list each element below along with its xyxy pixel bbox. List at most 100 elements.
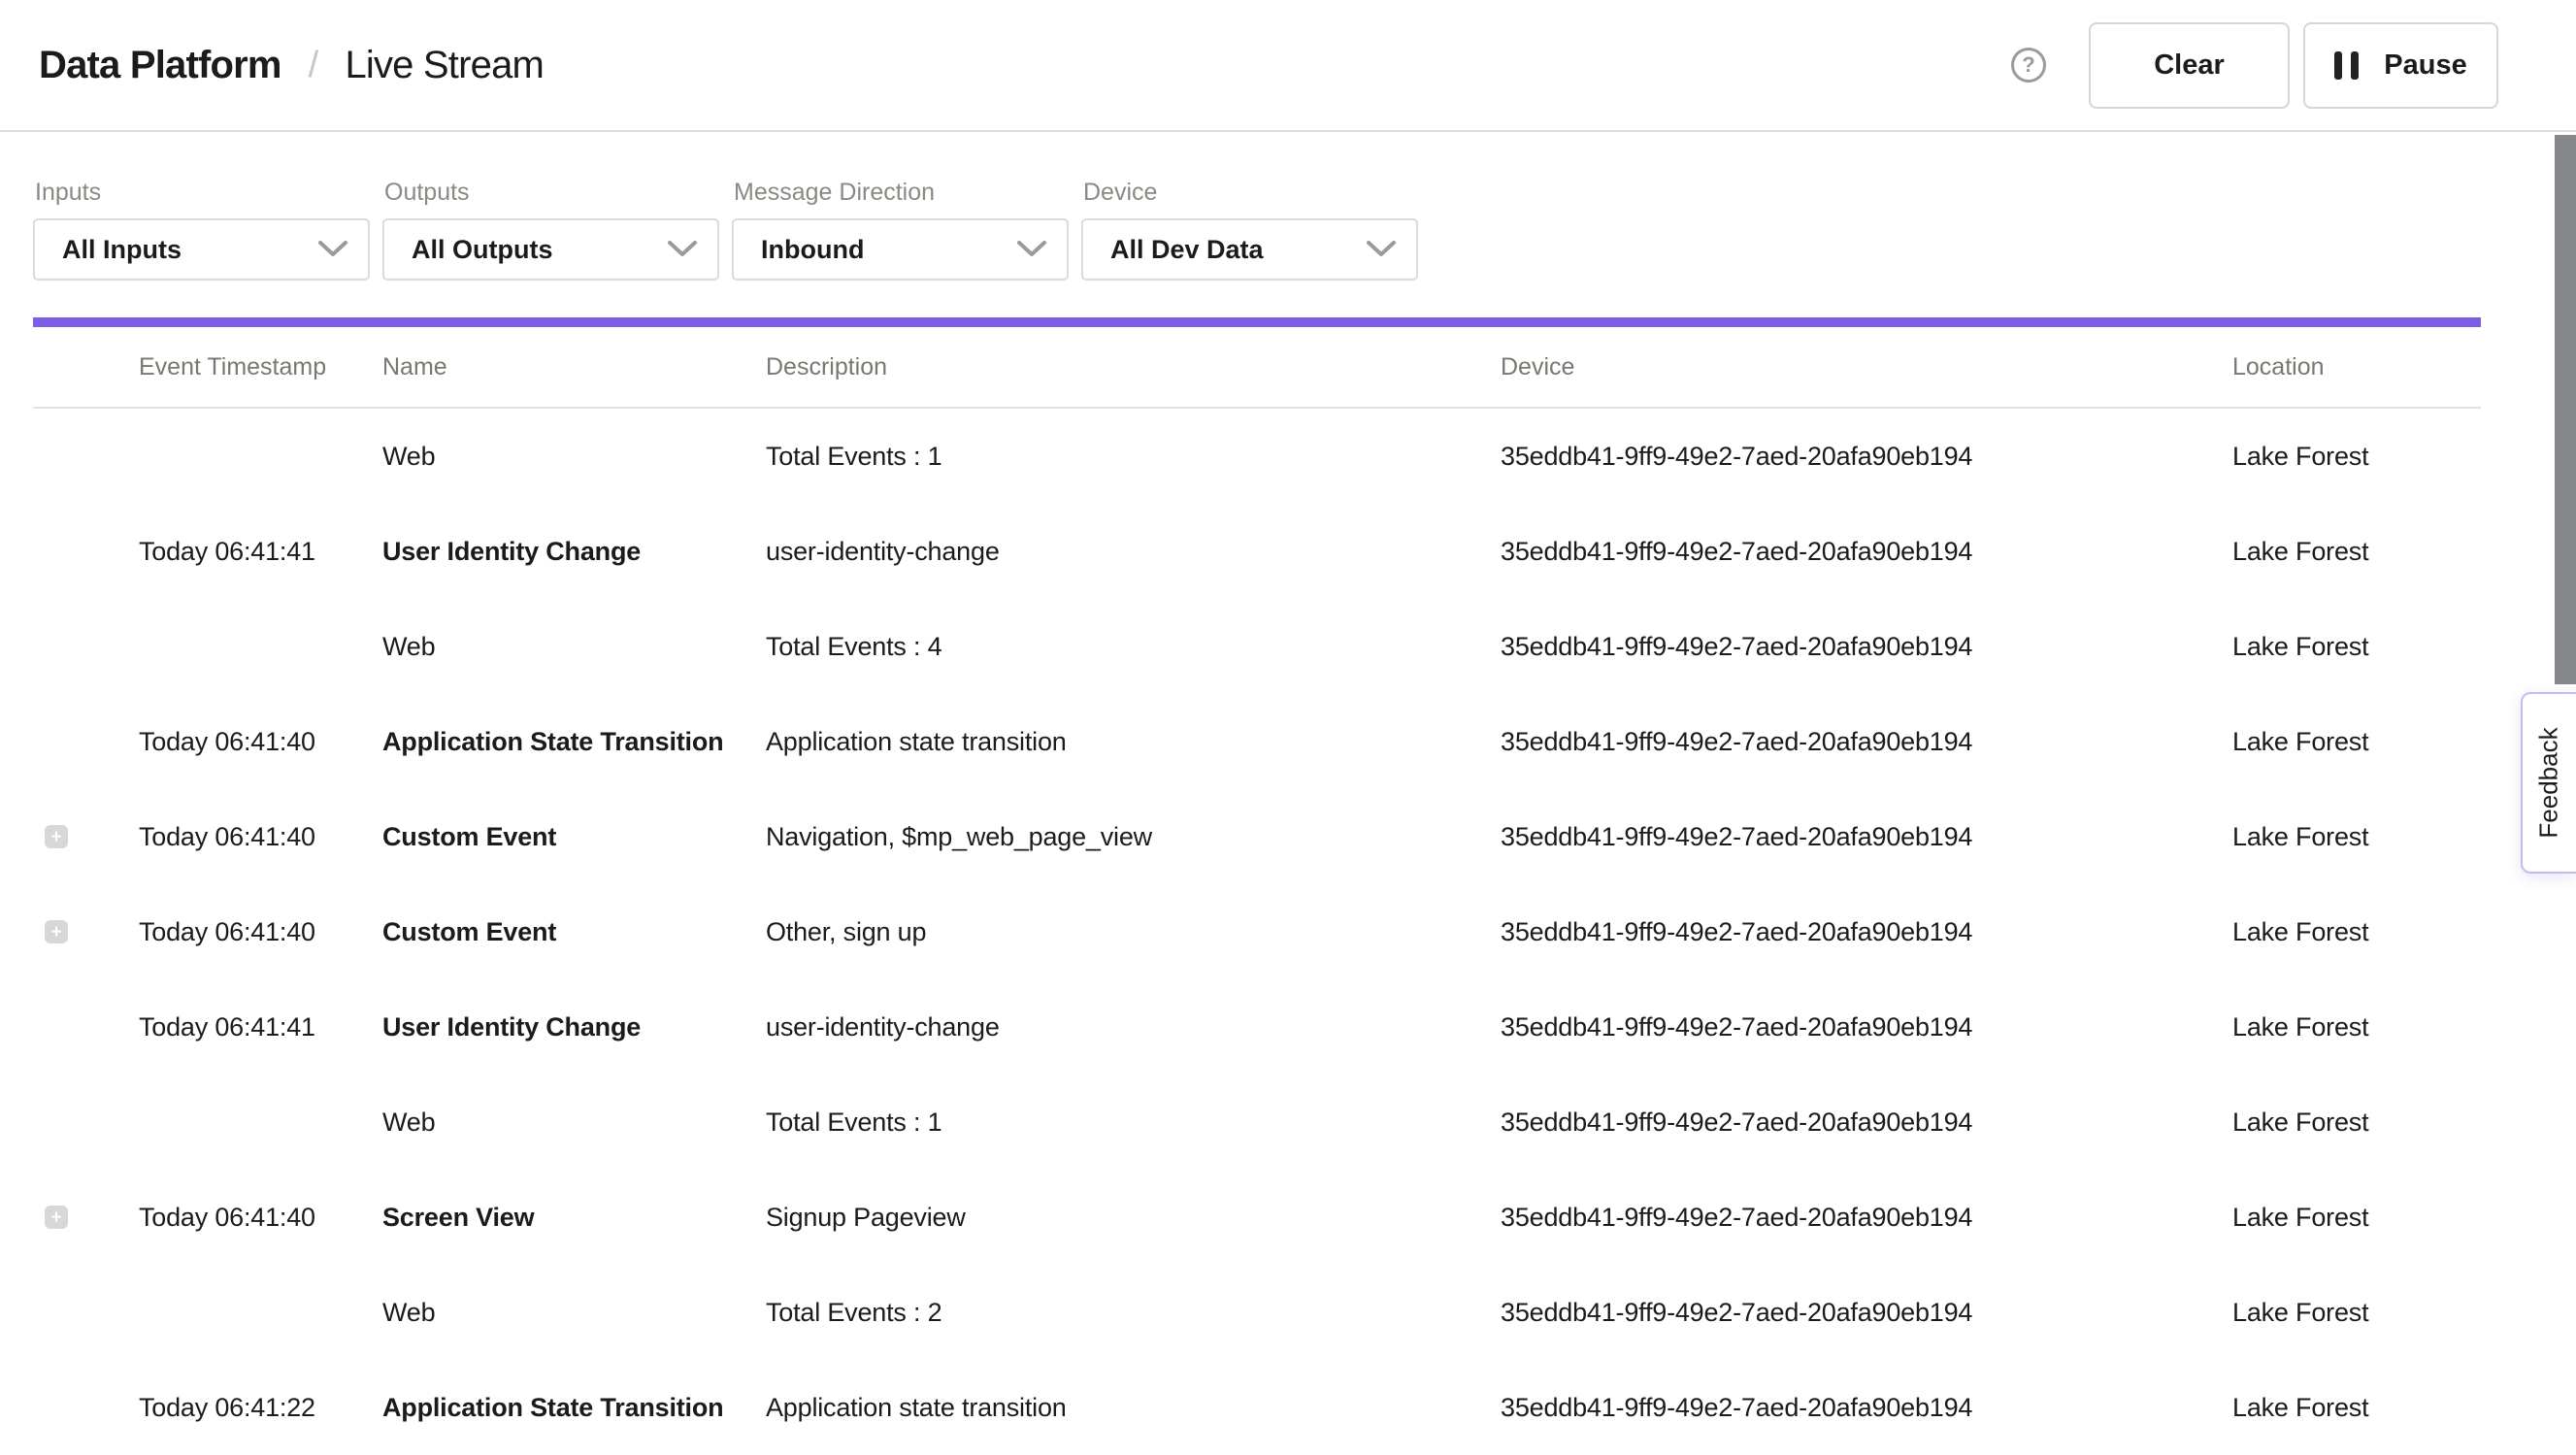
breadcrumb-section[interactable]: Data Platform — [39, 44, 281, 87]
cell-location: Lake Forest — [2232, 537, 2481, 567]
vertical-scrollbar-thumb[interactable] — [2555, 135, 2576, 684]
filter-message-direction-label: Message Direction — [734, 179, 1069, 207]
cell-name: Custom Event — [382, 822, 766, 852]
device-select[interactable]: All Dev Data — [1081, 218, 1418, 281]
cell-expand: + — [33, 635, 139, 658]
cell-device: 35eddb41-9ff9-49e2-7aed-20afa90eb194 — [1501, 1203, 2232, 1233]
cell-description: user-identity-change — [766, 1012, 1501, 1042]
cell-description: Total Events : 2 — [766, 1298, 1501, 1328]
cell-expand: + — [33, 1396, 139, 1419]
table-row: + Today 06:41:40 Screen View Signup Page… — [33, 1170, 2481, 1265]
table-row: + Web Total Events : 4 35eddb41-9ff9-49e… — [33, 599, 2481, 694]
cell-location: Lake Forest — [2232, 1012, 2481, 1042]
cell-location: Lake Forest — [2232, 442, 2481, 472]
pause-icon — [2334, 51, 2359, 80]
cell-location: Lake Forest — [2232, 727, 2481, 757]
filter-inputs-label: Inputs — [35, 179, 370, 207]
chevron-down-icon — [1366, 240, 1397, 259]
table-row: + Today 06:41:41 User Identity Change us… — [33, 979, 2481, 1075]
cell-expand: + — [33, 825, 139, 848]
app-header: Data Platform / Live Stream ? Clear Paus… — [0, 0, 2576, 132]
chevron-down-icon — [667, 240, 698, 259]
cell-name: Custom Event — [382, 917, 766, 947]
cell-location: Lake Forest — [2232, 822, 2481, 852]
cell-timestamp: Today 06:41:22 — [139, 1393, 382, 1423]
stream-divider — [33, 317, 2481, 327]
table-row: + Web Total Events : 1 35eddb41-9ff9-49e… — [33, 409, 2481, 504]
cell-device: 35eddb41-9ff9-49e2-7aed-20afa90eb194 — [1501, 1393, 2232, 1423]
outputs-select-value: All Outputs — [412, 235, 552, 265]
breadcrumb-separator: / — [309, 45, 318, 86]
cell-location: Lake Forest — [2232, 917, 2481, 947]
cell-name: User Identity Change — [382, 1012, 766, 1042]
cell-device: 35eddb41-9ff9-49e2-7aed-20afa90eb194 — [1501, 917, 2232, 947]
clear-button-label: Clear — [2154, 50, 2225, 82]
cell-description: Application state transition — [766, 727, 1501, 757]
cell-name: Web — [382, 1298, 766, 1328]
cell-location: Lake Forest — [2232, 1108, 2481, 1138]
feedback-tab-label: Feedback — [2534, 727, 2564, 838]
chevron-down-icon — [1016, 240, 1047, 259]
cell-name: User Identity Change — [382, 537, 766, 567]
cell-timestamp: Today 06:41:40 — [139, 727, 382, 757]
row-expand-button[interactable]: + — [45, 1206, 68, 1229]
cell-timestamp: Today 06:41:40 — [139, 917, 382, 947]
page-title: Live Stream — [345, 44, 544, 87]
filter-message-direction: Message Direction Inbound — [732, 179, 1069, 281]
cell-description: Navigation, $mp_web_page_view — [766, 822, 1501, 852]
cell-expand: + — [33, 730, 139, 753]
column-header-device: Device — [1501, 353, 2232, 381]
filter-device: Device All Dev Data — [1081, 179, 1418, 281]
cell-device: 35eddb41-9ff9-49e2-7aed-20afa90eb194 — [1501, 1298, 2232, 1328]
cell-name: Web — [382, 632, 766, 662]
cell-device: 35eddb41-9ff9-49e2-7aed-20afa90eb194 — [1501, 1012, 2232, 1042]
inputs-select[interactable]: All Inputs — [33, 218, 370, 281]
table-row: + Today 06:41:41 User Identity Change us… — [33, 504, 2481, 599]
row-expand-button[interactable]: + — [45, 825, 68, 848]
filter-bar: Inputs All Inputs Outputs All Outputs Me… — [0, 132, 2576, 281]
row-expand-button[interactable]: + — [45, 920, 68, 943]
column-header-description: Description — [766, 353, 1501, 381]
pause-button[interactable]: Pause — [2303, 22, 2498, 109]
message-direction-select-value: Inbound — [761, 235, 864, 265]
table-row: + Today 06:41:40 Application State Trans… — [33, 694, 2481, 789]
cell-description: Total Events : 1 — [766, 1108, 1501, 1138]
clear-button[interactable]: Clear — [2089, 22, 2290, 109]
cell-expand: + — [33, 920, 139, 943]
outputs-select[interactable]: All Outputs — [382, 218, 719, 281]
cell-description: Other, sign up — [766, 917, 1501, 947]
cell-expand: + — [33, 1301, 139, 1324]
cell-device: 35eddb41-9ff9-49e2-7aed-20afa90eb194 — [1501, 442, 2232, 472]
column-header-location: Location — [2232, 353, 2481, 381]
cell-location: Lake Forest — [2232, 1393, 2481, 1423]
cell-name: Web — [382, 442, 766, 472]
cell-name: Screen View — [382, 1203, 766, 1233]
cell-description: user-identity-change — [766, 537, 1501, 567]
filter-outputs-label: Outputs — [384, 179, 719, 207]
breadcrumb: Data Platform / Live Stream — [39, 44, 544, 87]
message-direction-select[interactable]: Inbound — [732, 218, 1069, 281]
table-row: + Today 06:41:40 Custom Event Navigation… — [33, 789, 2481, 884]
cell-device: 35eddb41-9ff9-49e2-7aed-20afa90eb194 — [1501, 537, 2232, 567]
cell-expand: + — [33, 1110, 139, 1134]
cell-expand: + — [33, 445, 139, 468]
header-actions: ? Clear Pause — [2011, 22, 2498, 109]
cell-device: 35eddb41-9ff9-49e2-7aed-20afa90eb194 — [1501, 1108, 2232, 1138]
device-select-value: All Dev Data — [1110, 235, 1264, 265]
cell-name: Application State Transition — [382, 727, 766, 757]
column-header-name: Name — [382, 353, 766, 381]
inputs-select-value: All Inputs — [62, 235, 182, 265]
event-table: Event Timestamp Name Description Device … — [33, 327, 2481, 1455]
cell-timestamp: Today 06:41:41 — [139, 537, 382, 567]
feedback-tab[interactable]: Feedback — [2521, 692, 2576, 874]
help-icon[interactable]: ? — [2011, 48, 2046, 83]
filter-device-label: Device — [1083, 179, 1418, 207]
cell-location: Lake Forest — [2232, 632, 2481, 662]
cell-timestamp: Today 06:41:40 — [139, 1203, 382, 1233]
table-row: + Today 06:41:22 Application State Trans… — [33, 1360, 2481, 1455]
cell-description: Total Events : 4 — [766, 632, 1501, 662]
filter-outputs: Outputs All Outputs — [382, 179, 719, 281]
cell-description: Application state transition — [766, 1393, 1501, 1423]
column-header-event-timestamp: Event Timestamp — [139, 353, 382, 381]
event-table-body: + Web Total Events : 1 35eddb41-9ff9-49e… — [33, 409, 2481, 1455]
